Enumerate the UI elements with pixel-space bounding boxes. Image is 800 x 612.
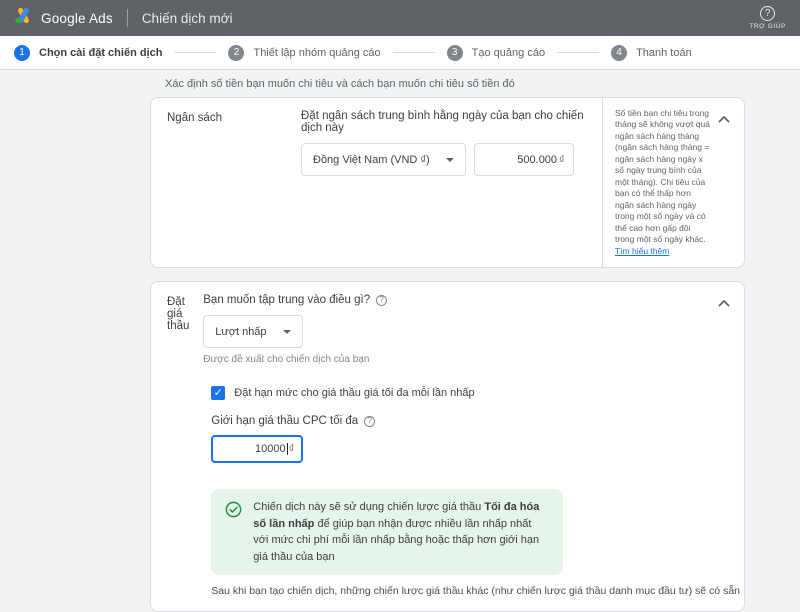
cpc-limit-value: 10000 xyxy=(255,443,286,455)
check-circle-icon xyxy=(225,501,242,523)
help-icon: ? xyxy=(760,6,775,21)
daily-budget-value: 500.000 xyxy=(517,154,557,166)
brand-name: Google Ads xyxy=(41,11,113,26)
budget-card: Ngân sách Đặt ngân sách trung bình hằng … xyxy=(150,97,745,268)
bidding-collapse-button[interactable] xyxy=(716,295,732,311)
bidding-suggestion-text: Được đề xuất cho chiến dịch của bạn xyxy=(203,354,740,365)
daily-budget-input[interactable]: 500.000 ₫ xyxy=(474,143,574,176)
google-ads-logo-icon xyxy=(14,6,33,30)
chevron-up-icon xyxy=(718,294,730,312)
budget-card-title: Ngân sách xyxy=(151,98,301,267)
budget-collapse-button[interactable] xyxy=(716,111,732,127)
step-3-badge: 3 xyxy=(447,45,463,61)
bidding-focus-value: Lượt nhấp xyxy=(215,326,266,338)
currency-suffix: ₫ xyxy=(559,154,565,166)
step-4-label: Thanh toán xyxy=(636,47,692,59)
budget-question: Đặt ngân sách trung bình hằng ngày của b… xyxy=(301,110,598,134)
bidding-card-title: Đặt giá thầu xyxy=(151,282,203,611)
step-1-label: Chọn cài đặt chiến dịch xyxy=(39,47,162,59)
google-ads-home-link[interactable]: Google Ads xyxy=(14,6,113,30)
main-content: Xác định số tiền bạn muốn chi tiêu và cá… xyxy=(0,70,800,612)
step-2-badge: 2 xyxy=(228,45,244,61)
chevron-up-icon xyxy=(718,110,730,128)
topbar-divider xyxy=(127,9,128,27)
budget-card-content: Đặt ngân sách trung bình hằng ngày của b… xyxy=(301,98,602,267)
caret-down-icon xyxy=(283,330,291,334)
currency-select[interactable]: Đồng Việt Nam (VND ₫) xyxy=(301,143,466,176)
step-3-label: Tạo quảng cáo xyxy=(472,47,545,59)
top-app-bar: Google Ads Chiến dịch mới ? TRỢ GIÚP xyxy=(0,0,800,36)
page-title: Chiến dịch mới xyxy=(142,11,233,26)
help-button-label: TRỢ GIÚP xyxy=(749,23,786,30)
caret-down-icon xyxy=(446,158,454,162)
bidding-focus-select[interactable]: Lượt nhấp xyxy=(203,315,302,348)
bidding-card-content: Bạn muốn tập trung vào điều gì? ? Lượt n… xyxy=(203,282,744,611)
bid-strategy-footnote: Sau khi bạn tạo chiến dịch, những chiến … xyxy=(211,585,740,597)
step-connector xyxy=(557,52,599,53)
step-2-label: Thiết lập nhóm quảng cáo xyxy=(253,47,380,59)
step-campaign-settings[interactable]: 1 Chọn cài đặt chiến dịch xyxy=(14,45,162,61)
bidding-card: Đặt giá thầu Bạn muốn tập trung vào điều… xyxy=(150,281,745,612)
learn-more-link[interactable]: Tìm hiểu thêm xyxy=(615,246,669,256)
checkbox-checked-icon[interactable]: ✓ xyxy=(211,386,225,400)
campaign-creation-stepper: 1 Chọn cài đặt chiến dịch 2 Thiết lập nh… xyxy=(0,36,800,70)
step-4-badge: 4 xyxy=(611,45,627,61)
bid-strategy-notice-text: Chiến dịch này sẽ sử dụng chiến lược giá… xyxy=(253,499,549,565)
step-ad-group-setup[interactable]: 2 Thiết lập nhóm quảng cáo xyxy=(228,45,380,61)
step-connector xyxy=(174,52,216,53)
step-1-badge: 1 xyxy=(14,45,30,61)
cpc-limit-label: Giới hạn giá thầu CPC tối đa xyxy=(211,415,358,427)
step-create-ad[interactable]: 3 Tạo quảng cáo xyxy=(447,45,545,61)
max-cpc-limit-checkbox-row[interactable]: ✓ Đặt hạn mức cho giá thầu giá tối đa mỗ… xyxy=(211,386,740,400)
max-cpc-checkbox-label: Đặt hạn mức cho giá thầu giá tối đa mỗi … xyxy=(234,387,474,399)
bidding-question: Bạn muốn tập trung vào điều gì? xyxy=(203,294,370,306)
section-intro-text: Xác định số tiền bạn muốn chi tiêu và cá… xyxy=(165,78,800,90)
currency-suffix: ₫ xyxy=(289,443,295,455)
bidding-question-help-icon[interactable]: ? xyxy=(376,295,387,306)
step-connector xyxy=(393,52,435,53)
step-payment[interactable]: 4 Thanh toán xyxy=(611,45,692,61)
cpc-limit-help-icon[interactable]: ? xyxy=(364,416,375,427)
currency-select-value: Đồng Việt Nam (VND ₫) xyxy=(313,154,430,166)
help-button[interactable]: ? TRỢ GIÚP xyxy=(749,6,786,30)
max-cpc-group: ✓ Đặt hạn mức cho giá thầu giá tối đa mỗ… xyxy=(211,386,740,597)
cpc-limit-input[interactable]: 10000 ₫ xyxy=(211,435,303,463)
text-cursor xyxy=(287,443,288,455)
bid-strategy-notice: Chiến dịch này sẽ sử dụng chiến lược giá… xyxy=(211,489,563,575)
budget-help-text: Số tiền bạn chi tiêu trong tháng sẽ khôn… xyxy=(615,108,710,244)
